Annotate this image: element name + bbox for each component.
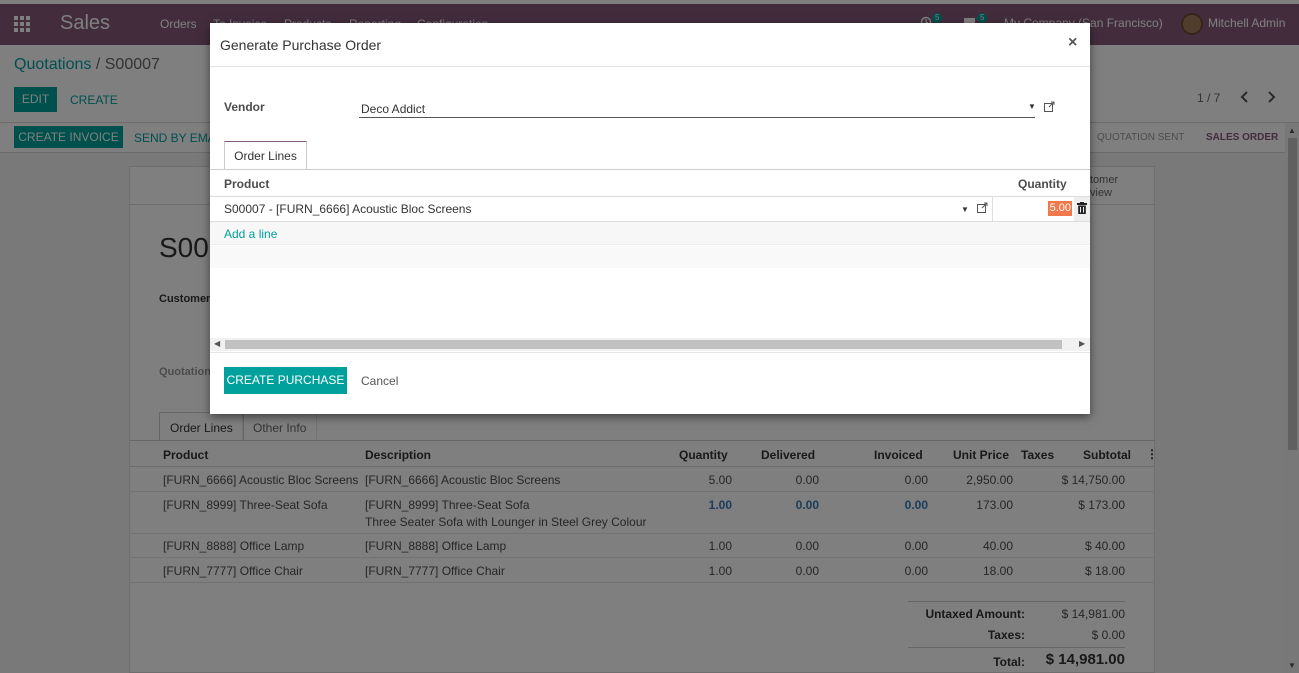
- modal-line-quantity[interactable]: 5.00: [1048, 201, 1072, 216]
- vendor-label: Vendor: [224, 100, 265, 114]
- generate-purchase-order-dialog: Generate Purchase Order × Vendor ▼ Order…: [210, 23, 1090, 414]
- modal-tab-order-lines[interactable]: Order Lines: [224, 141, 307, 170]
- vendor-external-link-icon[interactable]: [1044, 101, 1055, 112]
- add-line-row: [210, 222, 1090, 244]
- cancel-button[interactable]: Cancel: [361, 374, 398, 388]
- line-product-dropdown-icon[interactable]: ▼: [961, 205, 969, 214]
- add-a-line-link[interactable]: Add a line: [224, 227, 277, 241]
- modal-line-product[interactable]: S00007 - [FURN_6666] Acoustic Bloc Scree…: [224, 202, 471, 216]
- modal-horizontal-scrollbar[interactable]: ◀ ▶: [210, 338, 1090, 351]
- modal-horizontal-scrollbar-thumb[interactable]: [225, 340, 1062, 349]
- trash-icon[interactable]: [1077, 202, 1087, 217]
- vendor-field[interactable]: [359, 100, 1035, 118]
- line-product-external-link-icon[interactable]: [977, 202, 988, 213]
- modal-footer-divider: [210, 352, 1090, 353]
- modal-header: Generate Purchase Order ×: [210, 23, 1090, 67]
- quantity-cell-separator: [992, 197, 993, 221]
- modal-row-divider: [210, 244, 1090, 245]
- modal-col-quantity[interactable]: Quantity: [1018, 177, 1067, 191]
- scroll-right-icon[interactable]: ▶: [1079, 339, 1085, 348]
- close-icon[interactable]: ×: [1068, 34, 1077, 52]
- vendor-dropdown-icon[interactable]: ▼: [1028, 102, 1036, 111]
- modal-table-header-divider: [210, 196, 1090, 197]
- modal-col-product[interactable]: Product: [224, 177, 269, 191]
- line-delete-cell: [1074, 197, 1090, 221]
- modal-tab-divider: [210, 169, 1090, 170]
- scroll-left-icon[interactable]: ◀: [214, 339, 220, 348]
- empty-row: [210, 246, 1090, 268]
- create-purchase-button[interactable]: CREATE PURCHASE: [224, 367, 347, 394]
- modal-title: Generate Purchase Order: [220, 37, 382, 53]
